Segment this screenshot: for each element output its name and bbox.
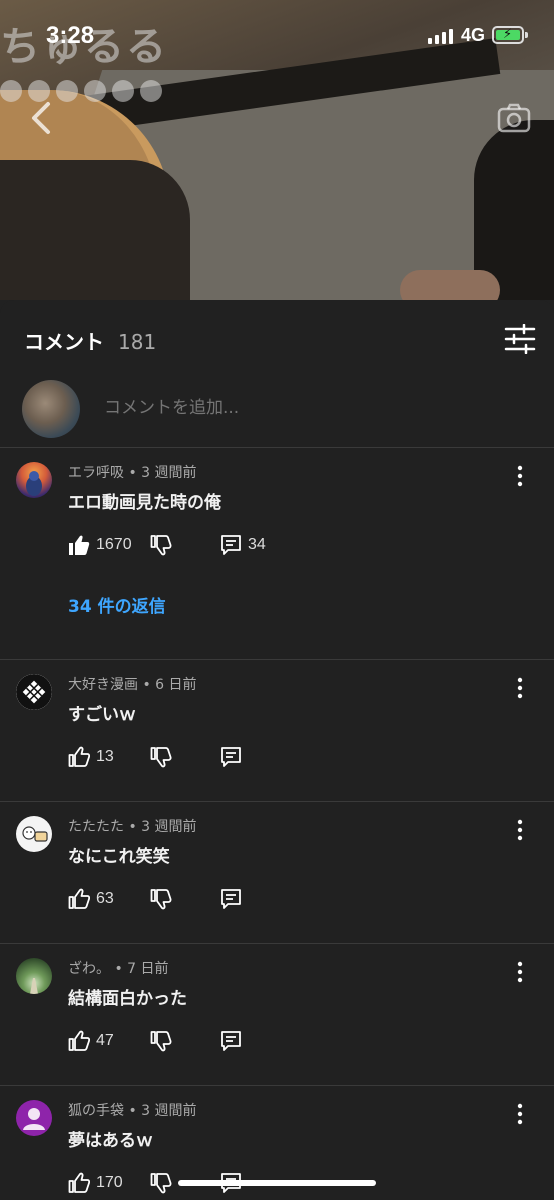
add-comment-input[interactable] (104, 398, 404, 418)
comment-age: 3 週間前 (141, 1103, 197, 1119)
comments-count: 181 (118, 330, 157, 354)
comment-age: 7 日前 (127, 961, 169, 977)
reply-icon[interactable] (220, 888, 242, 910)
thumbs-up-filled-icon[interactable] (68, 534, 90, 556)
comment-item: ざわ。 • 7 日前 結構面白かった 47 (0, 944, 554, 1086)
video-watermark-dots (0, 80, 162, 102)
comment-actions: 63 (68, 888, 368, 912)
comment-meta: 大好き漫画 • 6 日前 (68, 677, 197, 693)
like-count: 47 (96, 1032, 114, 1049)
avatar[interactable] (16, 462, 52, 498)
video-frame-hand (400, 270, 500, 300)
comment-age: 3 週間前 (141, 465, 197, 481)
comments-panel: コメント 181 エラ呼吸 • 3 週間前 エロ動画見た時の俺 1670 34 (0, 300, 554, 1200)
like-count: 170 (96, 1174, 123, 1191)
reply-count: 34 (248, 536, 266, 553)
thumbs-up-icon[interactable] (68, 1030, 90, 1052)
comments-title: コメント (24, 330, 104, 354)
sort-filter-icon[interactable] (504, 324, 536, 354)
avatar[interactable] (16, 674, 52, 710)
thumbs-up-icon[interactable] (68, 1172, 90, 1194)
video-frame-tabletop (0, 160, 190, 300)
avatar[interactable] (16, 1100, 52, 1136)
thumbs-up-icon[interactable] (68, 888, 90, 910)
comment-text: エロ動画見た時の俺 (68, 493, 221, 513)
like-count: 1670 (96, 536, 132, 553)
comment-item: 大好き漫画 • 6 日前 すごいｗ 13 (0, 660, 554, 802)
comment-actions: 13 (68, 746, 368, 770)
like-count: 63 (96, 890, 114, 907)
like-count: 13 (96, 748, 114, 765)
comment-meta: たたたた • 3 週間前 (68, 819, 197, 835)
comment-author[interactable]: 狐の手袋 (68, 1103, 124, 1119)
more-vertical-icon[interactable] (510, 818, 530, 842)
comment-meta: ざわ。 • 7 日前 (68, 961, 169, 977)
comment-author[interactable]: エラ呼吸 (68, 465, 124, 481)
thumbs-down-icon[interactable] (150, 1030, 172, 1052)
comment-text: 結構面白かった (68, 989, 187, 1009)
status-time: 3:28 (46, 22, 95, 49)
comment-item: エラ呼吸 • 3 週間前 エロ動画見た時の俺 1670 34 34 件の返信 (0, 448, 554, 660)
thumbs-down-icon[interactable] (150, 1172, 172, 1194)
comment-meta: エラ呼吸 • 3 週間前 (68, 465, 197, 481)
comments-header: コメント 181 (24, 326, 156, 355)
comment-actions: 1670 34 (68, 534, 368, 558)
comment-age: 6 日前 (155, 677, 197, 693)
signal-icon (428, 28, 453, 44)
my-avatar (22, 380, 80, 438)
thumbs-up-icon[interactable] (68, 746, 90, 768)
thumbs-down-icon[interactable] (150, 888, 172, 910)
comment-text: すごいｗ (68, 705, 136, 725)
reply-icon[interactable] (220, 746, 242, 768)
add-comment-row[interactable] (0, 378, 554, 448)
comment-text: 夢はあるｗ (68, 1131, 153, 1151)
thumbs-down-icon[interactable] (150, 534, 172, 556)
back-chevron-icon[interactable] (28, 98, 54, 138)
comment-author[interactable]: ざわ。 (68, 961, 110, 977)
more-vertical-icon[interactable] (510, 464, 530, 488)
reply-icon[interactable] (220, 534, 242, 556)
battery-icon: ⚡ (492, 26, 528, 44)
view-replies-link[interactable]: 34 件の返信 (68, 592, 166, 617)
status-bar: 3:28 4G ⚡ (0, 0, 554, 70)
comment-author[interactable]: 大好き漫画 (68, 677, 138, 693)
comment-meta: 狐の手袋 • 3 週間前 (68, 1103, 197, 1119)
more-vertical-icon[interactable] (510, 676, 530, 700)
more-vertical-icon[interactable] (510, 960, 530, 984)
thumbs-down-icon[interactable] (150, 746, 172, 768)
avatar[interactable] (16, 816, 52, 852)
comment-item: たたたた • 3 週間前 なにこれ笑笑 63 (0, 802, 554, 944)
network-type: 4G (461, 25, 486, 45)
reply-icon[interactable] (220, 1030, 242, 1052)
comment-text: なにこれ笑笑 (68, 847, 170, 867)
comment-age: 3 週間前 (141, 819, 197, 835)
comment-author[interactable]: たたたた (68, 819, 124, 835)
camera-icon[interactable] (496, 100, 532, 136)
more-vertical-icon[interactable] (510, 1102, 530, 1126)
home-indicator[interactable] (178, 1180, 376, 1186)
comment-actions: 47 (68, 1030, 368, 1054)
avatar[interactable] (16, 958, 52, 994)
